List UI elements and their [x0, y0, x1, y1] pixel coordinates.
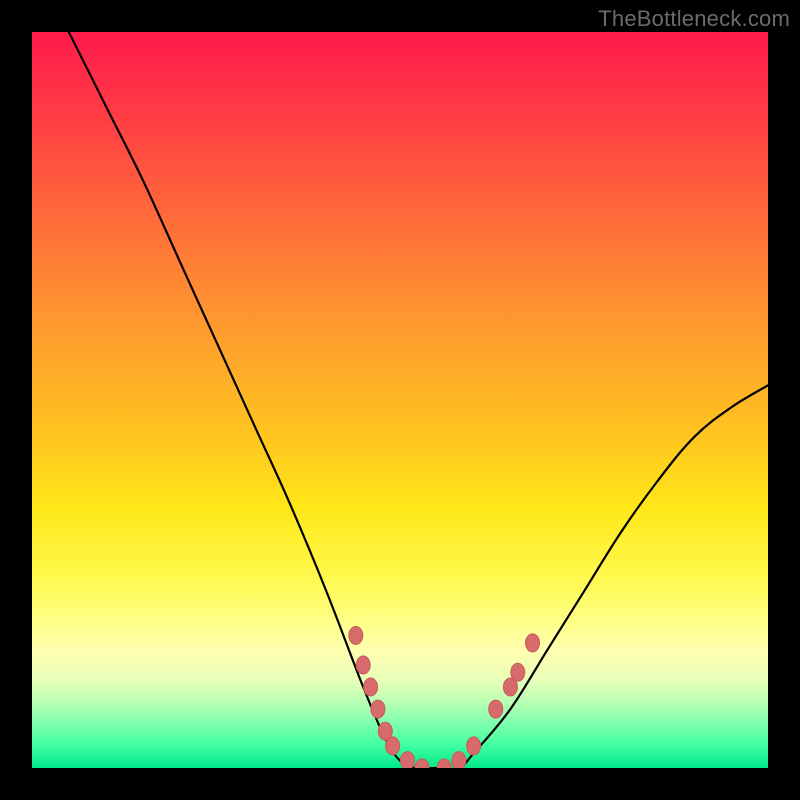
curve-layer	[32, 32, 768, 768]
curve-markers	[349, 627, 540, 769]
curve-marker	[386, 737, 400, 755]
curve-marker	[489, 700, 503, 718]
bottleneck-curve	[69, 32, 768, 768]
curve-marker	[356, 656, 370, 674]
curve-marker	[364, 678, 378, 696]
curve-marker	[349, 627, 363, 645]
curve-marker	[511, 663, 525, 681]
curve-marker	[467, 737, 481, 755]
curve-marker	[415, 759, 429, 768]
plot-area	[32, 32, 768, 768]
curve-marker	[400, 752, 414, 768]
watermark-text: TheBottleneck.com	[598, 6, 790, 32]
curve-marker	[437, 759, 451, 768]
chart-frame: TheBottleneck.com	[0, 0, 800, 800]
curve-marker	[371, 700, 385, 718]
curve-marker	[526, 634, 540, 652]
curve-marker	[452, 752, 466, 768]
